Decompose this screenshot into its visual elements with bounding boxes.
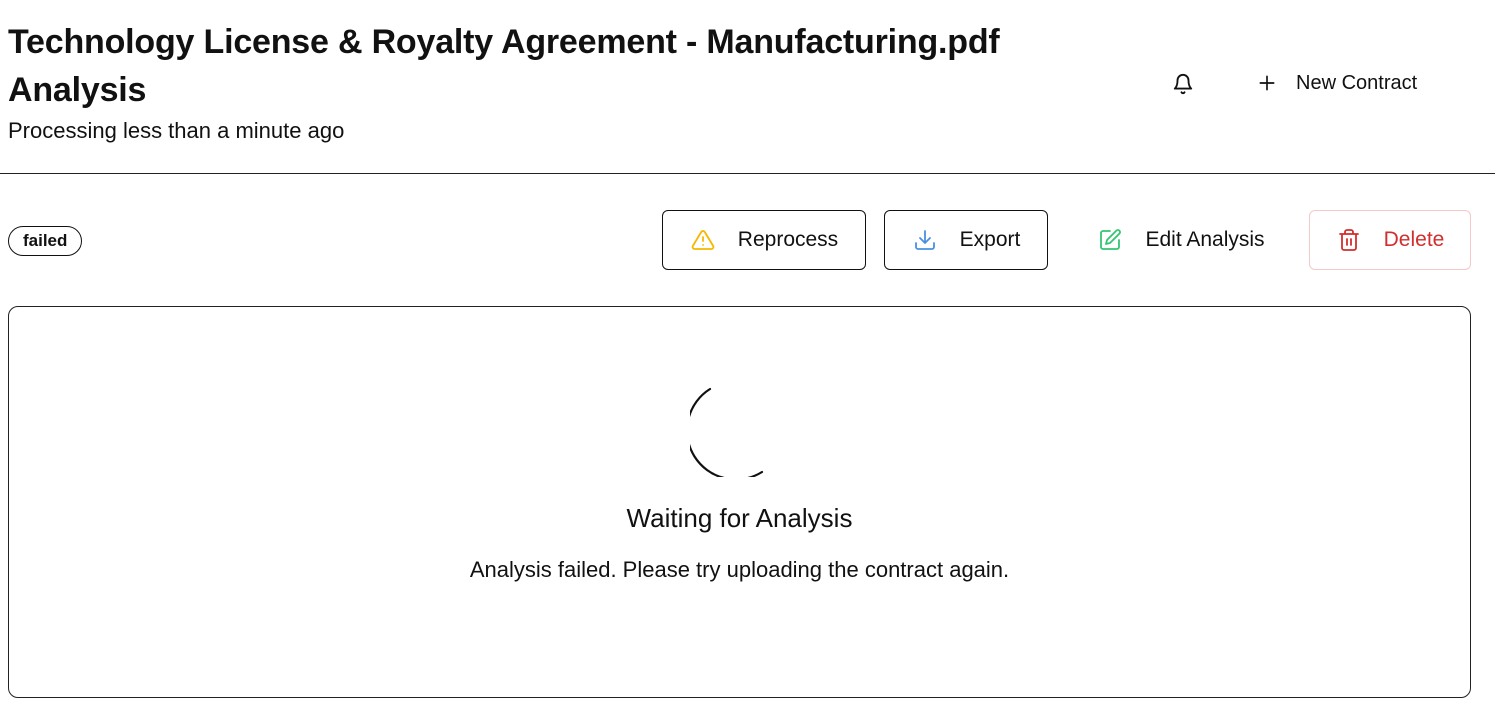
- edit-icon: [1097, 227, 1123, 253]
- page-subtitle: Processing less than a minute ago: [8, 118, 345, 143]
- edit-analysis-label: Edit Analysis: [1145, 228, 1265, 251]
- download-icon: [912, 227, 938, 253]
- reprocess-button[interactable]: Reprocess: [662, 210, 866, 270]
- analysis-status-panel: Waiting for Analysis Analysis failed. Pl…: [8, 306, 1471, 698]
- edit-analysis-button[interactable]: Edit Analysis: [1070, 210, 1292, 270]
- bell-icon[interactable]: [1169, 70, 1197, 98]
- new-contract-button[interactable]: New Contract: [1256, 66, 1417, 100]
- warning-triangle-icon: [690, 227, 716, 253]
- new-contract-label: New Contract: [1296, 71, 1418, 94]
- panel-title: Waiting for Analysis: [626, 503, 853, 533]
- export-button[interactable]: Export: [884, 210, 1048, 270]
- panel-message: Analysis failed. Please try uploading th…: [469, 557, 1010, 582]
- page-title: Technology License & Royalty Agreement -…: [8, 23, 1000, 109]
- status-badge: failed: [8, 226, 83, 256]
- reprocess-label: Reprocess: [737, 228, 839, 251]
- delete-button[interactable]: Delete: [1309, 210, 1471, 270]
- plus-icon: [1256, 72, 1278, 94]
- page-header: Technology License & Royalty Agreement -…: [0, 0, 1495, 174]
- export-label: Export: [959, 228, 1021, 251]
- loading-spinner-icon: [685, 385, 782, 481]
- trash-icon: [1336, 227, 1362, 253]
- delete-label: Delete: [1383, 228, 1445, 251]
